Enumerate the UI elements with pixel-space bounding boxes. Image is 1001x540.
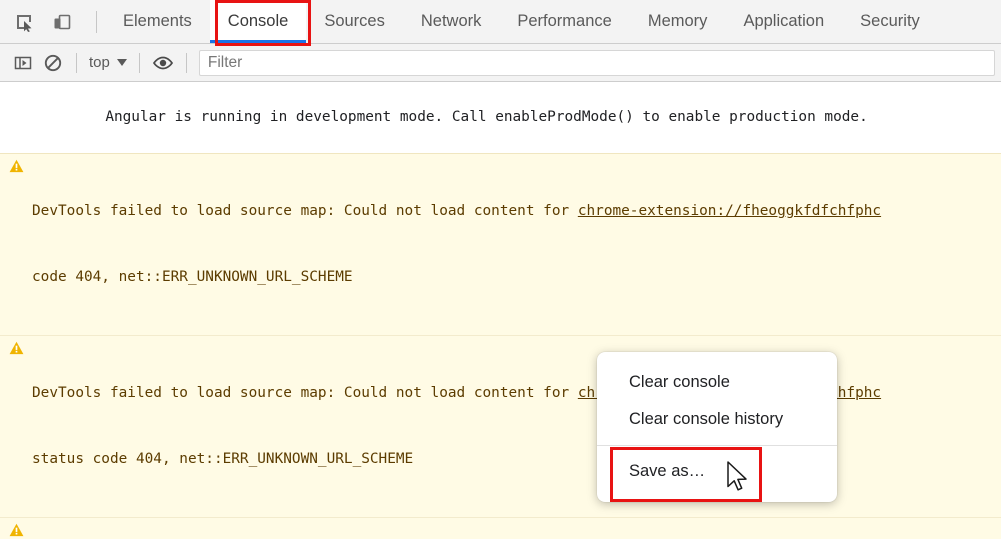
message-body: DevTools failed to load source map: Coul…: [32, 520, 1001, 539]
tab-label: Sources: [324, 12, 385, 30]
tab-security[interactable]: Security: [842, 0, 938, 43]
tab-label: Performance: [517, 12, 612, 30]
toolbar-divider-2: [138, 52, 140, 73]
console-message-row[interactable]: Angular is running in development mode. …: [0, 82, 1001, 154]
tabbar-left-icons: [0, 0, 105, 43]
message-gutter: [0, 338, 32, 355]
console-message-list[interactable]: Angular is running in development mode. …: [0, 82, 1001, 539]
console-message-row[interactable]: DevTools failed to load source map: Coul…: [0, 336, 1001, 518]
message-text: DevTools failed to load source map: Coul…: [32, 385, 578, 401]
message-body: DevTools failed to load source map: Coul…: [32, 156, 1001, 332]
tab-console[interactable]: Console: [209, 0, 307, 43]
tab-label: Network: [420, 12, 482, 30]
message-body: Angular is running in development mode. …: [32, 84, 1001, 150]
console-message-row[interactable]: DevTools failed to load source map: Coul…: [0, 154, 1001, 336]
context-menu-item-clear-console-history[interactable]: Clear console history: [597, 401, 837, 438]
toolbar-divider-3: [185, 52, 187, 73]
warning-icon: [9, 523, 23, 537]
execution-context-selector[interactable]: top: [85, 54, 131, 71]
device-toolbar-icon[interactable]: [48, 8, 76, 36]
message-line-2: code 404, net::ERR_UNKNOWN_URL_SCHEME: [32, 269, 353, 285]
tab-label: Memory: [647, 12, 708, 30]
devtools-tabbar: Elements Console Sources Network Perform…: [0, 0, 1001, 44]
tab-sources[interactable]: Sources: [306, 0, 403, 43]
message-text: Angular is running in development mode. …: [105, 109, 868, 125]
context-menu-item-clear-console[interactable]: Clear console: [597, 364, 837, 401]
chevron-down-icon: [116, 59, 127, 66]
filter-input[interactable]: Filter: [198, 49, 995, 76]
tab-performance[interactable]: Performance: [499, 0, 629, 43]
message-gutter: [0, 520, 32, 537]
clear-console-icon[interactable]: [38, 48, 68, 78]
console-sidebar-icon[interactable]: [8, 48, 38, 78]
console-message-row[interactable]: DevTools failed to load source map: Coul…: [0, 518, 1001, 539]
console-toolbar: top Filter: [0, 44, 1001, 82]
toolbar-divider-1: [76, 52, 77, 73]
message-line-1: DevTools failed to load source map: Coul…: [32, 200, 997, 222]
filter-placeholder: Filter: [207, 53, 243, 71]
tabbar-divider: [96, 10, 97, 33]
tab-label: Security: [860, 12, 920, 30]
tab-elements[interactable]: Elements: [105, 0, 210, 43]
source-map-link[interactable]: chrome-extension://fheoggkfdfchfphc: [578, 203, 881, 219]
execution-context-label: top: [89, 54, 110, 71]
tab-label: Application: [743, 12, 825, 30]
message-gutter: [0, 84, 32, 87]
message-line-1: DevTools failed to load source map: Coul…: [32, 382, 997, 404]
message-line-2: status code 404, net::ERR_UNKNOWN_URL_SC…: [32, 451, 414, 467]
context-menu-separator: [597, 445, 837, 446]
warning-icon: [9, 341, 23, 355]
context-menu-item-save-as[interactable]: Save as…: [597, 453, 837, 490]
tab-application[interactable]: Application: [725, 0, 842, 43]
tab-label: Console: [227, 12, 289, 30]
tab-network[interactable]: Network: [403, 0, 500, 43]
tab-label: Elements: [123, 12, 192, 30]
message-text: DevTools failed to load source map: Coul…: [32, 203, 578, 219]
tab-memory[interactable]: Memory: [630, 0, 726, 43]
message-gutter: [0, 156, 32, 173]
tab-list: Elements Console Sources Network Perform…: [105, 0, 938, 43]
message-body: DevTools failed to load source map: Coul…: [32, 338, 1001, 514]
warning-icon: [9, 159, 23, 173]
live-expression-icon[interactable]: [148, 48, 178, 78]
devtools-window: Elements Console Sources Network Perform…: [0, 0, 1001, 540]
console-context-menu: Clear console Clear console history Save…: [597, 352, 837, 502]
inspect-element-icon[interactable]: [10, 8, 38, 36]
